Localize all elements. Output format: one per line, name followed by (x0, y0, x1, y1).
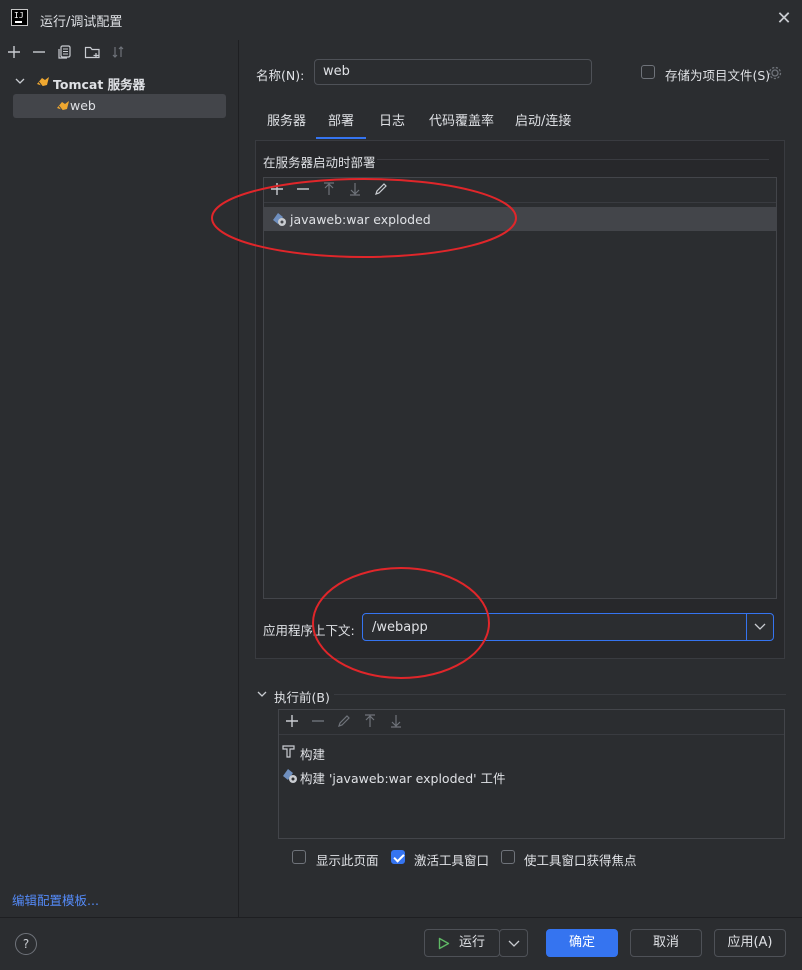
configurations-sidebar (0, 40, 239, 917)
list-item[interactable]: 构建 'javaweb:war exploded' 工件 (280, 765, 780, 786)
name-input[interactable]: web (314, 59, 592, 85)
tree-group-label: Tomcat 服务器 (53, 77, 146, 92)
edit-icon[interactable] (374, 182, 388, 196)
remove-icon[interactable] (296, 182, 310, 196)
toolbar-divider (264, 202, 776, 203)
before-launch-title[interactable]: 执行前(B) (274, 687, 330, 706)
tomcat-icon (57, 101, 69, 111)
build-icon (282, 745, 295, 758)
show-page-label: 显示此页面 (316, 853, 379, 868)
add-icon[interactable] (270, 182, 284, 196)
context-value[interactable]: /webapp (372, 620, 428, 635)
copy-icon[interactable] (57, 44, 73, 60)
remove-icon (312, 720, 324, 722)
section-divider (334, 694, 786, 695)
cancel-button[interactable]: 取消 (630, 929, 702, 957)
deploy-section-title: 在服务器启动时部署 (263, 155, 376, 170)
move-down-icon (350, 183, 360, 196)
tomcat-icon (37, 77, 49, 87)
chevron-down-icon[interactable] (257, 689, 267, 699)
artifact-icon (283, 769, 297, 783)
tree-item-label: web (70, 98, 96, 113)
activate-tool-window-label: 激活工具窗口 (414, 853, 490, 868)
gear-icon[interactable] (768, 66, 782, 80)
focus-tool-window-label: 使工具窗口获得焦点 (524, 853, 637, 868)
run-button[interactable]: 运行 (424, 929, 500, 957)
show-page-checkbox[interactable] (292, 850, 306, 864)
tab-server[interactable]: 服务器 (267, 110, 306, 129)
move-up-icon (324, 182, 334, 195)
close-icon[interactable]: ✕ (774, 9, 794, 29)
toolbar-divider (279, 734, 784, 735)
apply-button[interactable]: 应用(A) (714, 929, 786, 957)
help-button[interactable]: ? (15, 933, 37, 955)
list-item[interactable]: javaweb:war exploded (264, 207, 776, 231)
focus-tool-window-checkbox[interactable] (501, 850, 515, 864)
add-icon[interactable] (6, 44, 22, 60)
artifact-label: javaweb:war exploded (290, 212, 431, 227)
tree-item-web[interactable]: web (13, 94, 226, 118)
add-icon[interactable] (285, 714, 299, 728)
store-as-file-label: 存储为项目文件(S) (665, 68, 771, 83)
edit-icon (338, 715, 350, 727)
list-item[interactable]: 构建 (280, 741, 780, 762)
window-title: 运行/调试配置 (40, 15, 123, 30)
context-combobox[interactable]: /webapp (362, 613, 774, 641)
move-up-icon (365, 714, 375, 727)
activate-tool-window-checkbox[interactable] (391, 850, 405, 864)
deploy-artifacts-list[interactable] (263, 177, 777, 599)
task-label: 构建 'javaweb:war exploded' 工件 (300, 771, 506, 786)
chevron-down-icon[interactable] (15, 76, 25, 86)
artifact-icon (273, 213, 286, 226)
play-icon (438, 937, 450, 950)
run-label: 运行 (459, 935, 486, 950)
store-as-file-checkbox[interactable] (641, 65, 655, 79)
tab-deployment[interactable]: 部署 (328, 110, 354, 129)
edit-templates-link[interactable]: 编辑配置模板... (12, 890, 99, 909)
task-label: 构建 (300, 747, 326, 762)
move-down-icon (391, 715, 401, 728)
folder-add-icon[interactable] (84, 44, 100, 60)
active-tab-indicator (316, 137, 366, 139)
chevron-down-icon (508, 940, 520, 947)
tab-code-coverage[interactable]: 代码覆盖率 (429, 110, 494, 129)
name-label: 名称(N): (256, 68, 305, 83)
section-divider (377, 159, 769, 160)
run-dropdown-button[interactable] (499, 929, 528, 957)
sort-icon (110, 44, 126, 60)
tree-group-tomcat[interactable]: Tomcat 服务器 (12, 72, 226, 92)
combobox-divider (746, 614, 747, 640)
chevron-down-icon[interactable] (754, 623, 766, 631)
intellij-icon: IJ (11, 9, 28, 26)
tab-startup-connection[interactable]: 启动/连接 (515, 110, 571, 129)
ok-button[interactable]: 确定 (546, 929, 618, 957)
remove-icon[interactable] (31, 44, 47, 60)
context-label: 应用程序上下文: (263, 623, 355, 638)
tab-logs[interactable]: 日志 (379, 110, 405, 129)
